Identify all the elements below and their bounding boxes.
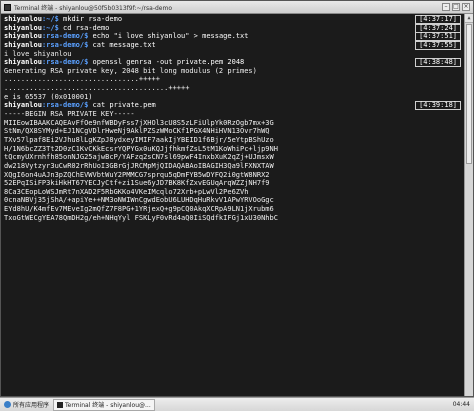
minimize-button[interactable]: – [442, 3, 450, 11]
command-text: cd rsa-demo [63, 23, 110, 32]
timestamp: [4:37:17] [415, 15, 461, 24]
terminal-icon [4, 3, 11, 11]
prompt-line: shiyanlou:~/$ cd rsa-demo [4:37:24] [4, 23, 461, 33]
prompt-symbol: $ [84, 58, 93, 67]
prompt-symbol: $ [84, 40, 93, 49]
output-line: -----BEGIN RSA PRIVATE KEY----- [4, 110, 135, 119]
prompt-symbol: $ [84, 32, 93, 41]
command-text: mkdir rsa-demo [63, 15, 123, 23]
prompt-line: shiyanlou:rsa-demo/$ cat private.pem [4:3… [4, 101, 461, 111]
command-text: echo "i love shiyanlou" > message.txt [92, 32, 249, 41]
prompt-user: shiyanlou [4, 58, 42, 67]
prompt-user: shiyanlou [4, 101, 42, 110]
terminal-icon [57, 401, 64, 408]
window-titlebar[interactable]: Terminal 终端 - shiyanlou@50f5b0313f9f:~/r… [1, 1, 473, 14]
output-line: TXv57lpaf8Ei2VJhu8lLgKZpJ8ydxeyIMIF7aakI… [4, 135, 274, 144]
timestamp: [4:37:24] [415, 23, 461, 33]
window-title: Terminal 终端 - shiyanlou@50f5b0313f9f:~/r… [14, 4, 173, 12]
close-button[interactable]: × [462, 3, 470, 11]
prompt-line: shiyanlou:rsa-demo/$ openssl genrsa -out… [4, 58, 461, 68]
prompt-path: :~/ [41, 15, 55, 23]
prompt-user: shiyanlou [4, 23, 42, 32]
output-line: XQgI6on4uAJn3pZQChEVWVbtWuY2PMMCG7sprqu5… [4, 170, 270, 179]
terminal-window: Terminal 终端 - shiyanlou@50f5b0313f9f:~/r… [0, 0, 474, 397]
prompt-path: :rsa-demo/ [41, 58, 85, 67]
prompt-path: :rsa-demo/ [41, 32, 85, 41]
output-line: TxoGtWECgYEA78QmDH2g/eh+NHqYyl FSKLyF0vR… [4, 213, 278, 222]
output-line: 0cnaNBVj35jShA/+apiYe++NM3oNWIWnCgwdEobU… [4, 196, 274, 205]
output-line: e is 65537 (0x010001) [4, 92, 93, 101]
apps-icon [4, 401, 11, 408]
start-menu-label: 所有应用程序 [13, 402, 50, 409]
output-line: ................................+++++ [4, 75, 160, 84]
prompt-path: :rsa-demo/ [41, 40, 85, 49]
output-line: MIIEowIBAAKCAQEAvFfOe9nfWBDyFss7jXHOl3cU… [4, 118, 274, 127]
prompt-symbol: $ [54, 23, 64, 32]
start-menu-button[interactable]: 所有应用程序 [0, 399, 53, 410]
command-text: cat message.txt [92, 40, 156, 49]
scrollbar[interactable]: ▲ [464, 14, 473, 396]
command-text: cat private.pem [92, 101, 156, 110]
timestamp: [4:39:18] [415, 101, 461, 111]
taskbar-item-terminal[interactable]: Terminal 终端 - shiyanlou@... [53, 398, 155, 411]
prompt-symbol: $ [54, 15, 64, 23]
prompt-line: shiyanlou:~/$ mkdir rsa-demo [4:37:17] [4, 15, 461, 24]
prompt-user: shiyanlou [4, 15, 42, 23]
output-line: dw218Vytzyr3uCwR02rRhUoI3GBrGjJRCMpMjQID… [4, 161, 274, 170]
prompt-path: :rsa-demo/ [41, 101, 85, 110]
prompt-user: shiyanlou [4, 32, 42, 41]
prompt-line: shiyanlou:rsa-demo/$ echo "i love shiyan… [4, 32, 461, 42]
prompt-user: shiyanlou [4, 40, 42, 49]
prompt-symbol: $ [84, 101, 93, 110]
output-line: StNm/QX8SYMyd+EJ1NCgVDlrHweNj9AklPZSzWMo… [4, 127, 270, 136]
output-line: .......................................+… [4, 84, 190, 93]
prompt-line: shiyanlou:rsa-demo/$ cat message.txt [4:3… [4, 40, 461, 50]
output-line: Generating RSA private key, 2048 bit lon… [4, 66, 257, 75]
scrollbar-thumb[interactable] [466, 24, 472, 164]
output-line: H/1N6bcZZ3Tt2D0zC1KvCKkEcsrYQPYGx0uKQJjf… [4, 144, 278, 153]
command-text: openssl genrsa -out private.pem 2048 [92, 58, 245, 67]
prompt-path: :~/ [41, 23, 55, 32]
taskbar-item-label: Terminal 终端 - shiyanlou@... [65, 402, 151, 409]
timestamp: [4:38:48] [415, 58, 461, 68]
scroll-up-icon[interactable]: ▲ [465, 14, 473, 23]
terminal-output[interactable]: shiyanlou:~/$ mkdir rsa-demo [4:37:17] shi… [1, 14, 464, 396]
output-line: tQcmyUXrnhfh85onNJG25ajwBcP/YAFzq2sCN7sl… [4, 153, 274, 162]
timestamp: [4:37:51] [415, 32, 461, 42]
timestamp: [4:37:55] [415, 40, 461, 50]
output-line: 52EPqISiFP3kiHkHT67YECJyCtf+zi1Sue6yJD7B… [4, 179, 270, 188]
output-line: 8Ca3CEopLoWSJmRt7nXAD2F5RbGKKo4VKeIMcqlo… [4, 187, 249, 196]
output-line: i love shiyanlou [4, 49, 72, 58]
maximize-button[interactable]: □ [452, 3, 460, 11]
output-line: EYd8hU/K4mfEv7MEveIg2mQfZ7F8PG+1YRjexQ+g… [4, 205, 274, 214]
taskbar: 所有应用程序 Terminal 终端 - shiyanlou@... 04:44 [0, 397, 474, 411]
clock: 04:44 [452, 401, 470, 408]
